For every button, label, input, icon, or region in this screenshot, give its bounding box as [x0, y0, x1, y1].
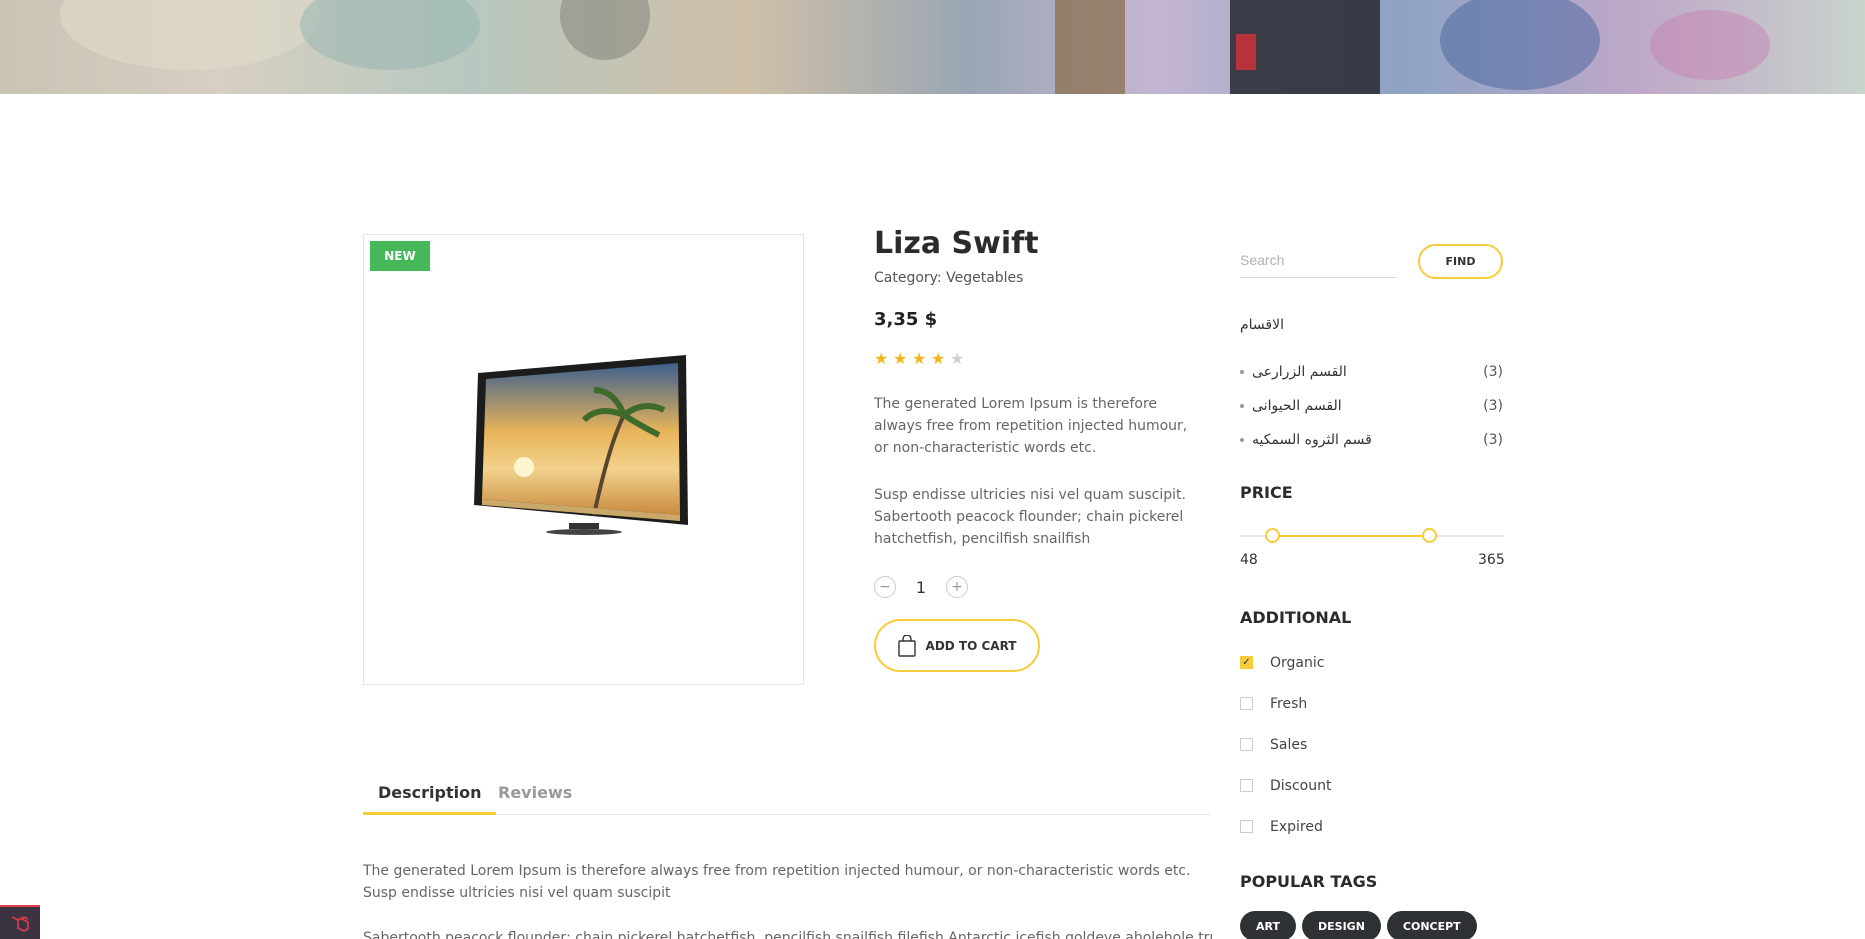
hero-graffiti-shape — [1650, 10, 1770, 80]
category-count: (3) — [1483, 364, 1503, 380]
hero-banner — [0, 0, 1865, 94]
product-title: Liza Swift — [874, 226, 1039, 261]
popular-tags-list: ART DESIGN CONCEPT — [1240, 911, 1477, 939]
bullet-icon — [1240, 438, 1244, 442]
tag-pill[interactable]: CONCEPT — [1386, 911, 1477, 939]
filter-label: Organic — [1270, 654, 1325, 671]
tag-pill[interactable]: DESIGN — [1302, 911, 1381, 939]
additional-filters: ✓ Organic Fresh Sales Discount Expired — [1240, 642, 1331, 847]
filter-item[interactable]: Sales — [1240, 724, 1331, 765]
filter-label: Fresh — [1270, 695, 1308, 712]
checkbox[interactable] — [1240, 738, 1253, 751]
category-item[interactable]: القسم الزرارعى (3) — [1240, 355, 1503, 389]
bullet-icon — [1240, 404, 1244, 408]
shopping-bag-icon — [897, 634, 916, 657]
product-image-frame[interactable]: NEW — [363, 234, 804, 685]
hero-graffiti-shape — [60, 0, 320, 70]
product-short-description-2: Susp endisse ultricies nisi vel quam sus… — [874, 487, 1186, 547]
minus-icon[interactable]: − — [874, 576, 896, 598]
add-to-cart-label: ADD TO CART — [925, 638, 1017, 653]
category-count: (3) — [1483, 432, 1503, 448]
star-icon: ★ — [893, 349, 908, 368]
popular-tags-heading: POPULAR TAGS — [1240, 872, 1378, 891]
search-input[interactable] — [1240, 242, 1397, 278]
plus-icon[interactable]: + — [946, 576, 968, 598]
checkbox[interactable] — [1240, 779, 1253, 792]
hero-graffiti-shape — [1440, 0, 1600, 90]
laravel-logo-icon — [11, 916, 29, 932]
tab-reviews[interactable]: Reviews — [483, 783, 587, 815]
filter-label: Expired — [1270, 818, 1323, 835]
filter-item[interactable]: Expired — [1240, 806, 1331, 847]
new-badge: NEW — [370, 241, 430, 271]
price-range-fill — [1271, 535, 1430, 537]
tab-description[interactable]: Description — [363, 783, 497, 815]
filter-label: Discount — [1270, 777, 1332, 794]
product-tabs: Description Reviews — [363, 779, 1210, 815]
hero-person-legs — [1055, 0, 1125, 94]
tab-description-content: The generated Lorem Ipsum is therefore a… — [363, 863, 1191, 901]
price-min-handle[interactable] — [1264, 528, 1280, 543]
category-count: (3) — [1483, 398, 1503, 414]
bullet-icon — [1240, 370, 1244, 374]
star-icon: ★ — [874, 349, 889, 368]
hero-graffiti-shape — [300, 0, 480, 70]
star-icon: ★ — [912, 349, 927, 368]
checkbox[interactable] — [1240, 820, 1253, 833]
category-label: قسم الثروه السمكيه — [1252, 432, 1372, 448]
product-rating: ★ ★ ★ ★ ★ — [874, 351, 966, 367]
category-label: القسم الزرارعى — [1252, 364, 1347, 380]
checkbox[interactable]: ✓ — [1240, 656, 1253, 669]
additional-heading: ADDITIONAL — [1240, 608, 1352, 627]
tab-description-content-2: Sabertooth peacock flounder; chain picke… — [363, 930, 1213, 939]
star-icon: ★ — [950, 349, 965, 368]
quantity-stepper: − 1 + — [874, 576, 968, 598]
price-max-value: 365 — [1478, 552, 1505, 568]
product-image-tv — [474, 355, 688, 535]
category-item[interactable]: القسم الحيوانى (3) — [1240, 389, 1503, 423]
star-icon: ★ — [931, 349, 946, 368]
add-to-cart-button[interactable]: ADD TO CART — [874, 619, 1040, 672]
hero-graffiti-shape — [560, 0, 650, 60]
price-heading: PRICE — [1240, 483, 1293, 502]
price-min-value: 48 — [1240, 552, 1258, 568]
filter-item[interactable]: Fresh — [1240, 683, 1331, 724]
category-item[interactable]: قسم الثروه السمكيه (3) — [1240, 423, 1503, 457]
category-label: القسم الحيوانى — [1252, 398, 1342, 414]
filter-item[interactable]: Discount — [1240, 765, 1331, 806]
checkbox[interactable] — [1240, 697, 1253, 710]
price-range-slider[interactable] — [1240, 528, 1503, 543]
categories-list: القسم الزرارعى (3) القسم الحيوانى (3) قس… — [1240, 355, 1503, 457]
find-button[interactable]: FIND — [1418, 244, 1503, 279]
product-price: 3,35 $ — [874, 309, 938, 330]
categories-heading: الاقسام — [1240, 317, 1284, 333]
product-category[interactable]: Category: Vegetables — [874, 270, 1023, 286]
tag-pill[interactable]: ART — [1240, 911, 1296, 939]
price-max-handle[interactable] — [1422, 528, 1438, 543]
debug-toolbar-toggle[interactable] — [0, 905, 40, 939]
hero-shorts-stripe — [1236, 34, 1256, 70]
filter-item[interactable]: ✓ Organic — [1240, 642, 1331, 683]
product-short-description: The generated Lorem Ipsum is therefore a… — [874, 396, 1188, 456]
filter-label: Sales — [1270, 736, 1308, 753]
quantity-value[interactable]: 1 — [896, 578, 946, 597]
